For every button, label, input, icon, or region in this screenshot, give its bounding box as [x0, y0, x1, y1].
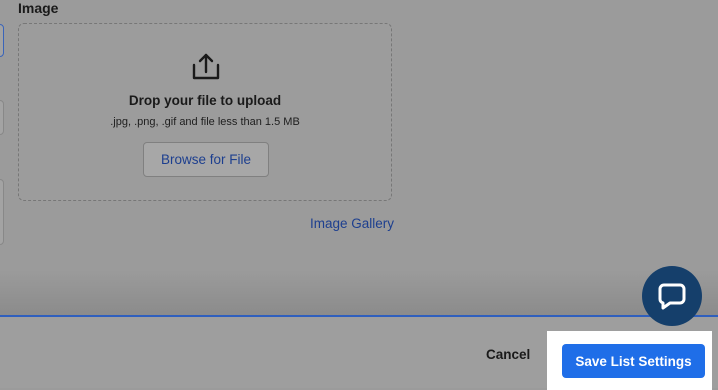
left-field-edge[interactable]	[0, 24, 4, 57]
image-gallery-link[interactable]: Image Gallery	[310, 216, 394, 231]
cancel-button[interactable]: Cancel	[470, 347, 546, 362]
footer-shadow	[0, 270, 718, 315]
image-section-label: Image	[18, 0, 59, 16]
browse-for-file-button[interactable]: Browse for File	[143, 142, 269, 177]
left-field-edge[interactable]	[0, 100, 4, 135]
save-button-highlight: Save List Settings	[547, 331, 712, 390]
dropzone-hint: .jpg, .png, .gif and file less than 1.5 …	[110, 116, 300, 128]
upload-icon	[192, 53, 220, 80]
chat-launcher-button[interactable]	[642, 266, 702, 326]
left-field-edge[interactable]	[0, 179, 4, 245]
dropzone-title: Drop your file to upload	[128, 93, 282, 108]
modal-footer: Cancel Save List Settings	[0, 315, 718, 390]
chat-bubble-icon	[658, 283, 686, 310]
save-list-settings-button[interactable]: Save List Settings	[562, 344, 705, 378]
image-dropzone[interactable]: Drop your file to upload .jpg, .png, .gi…	[18, 23, 392, 201]
